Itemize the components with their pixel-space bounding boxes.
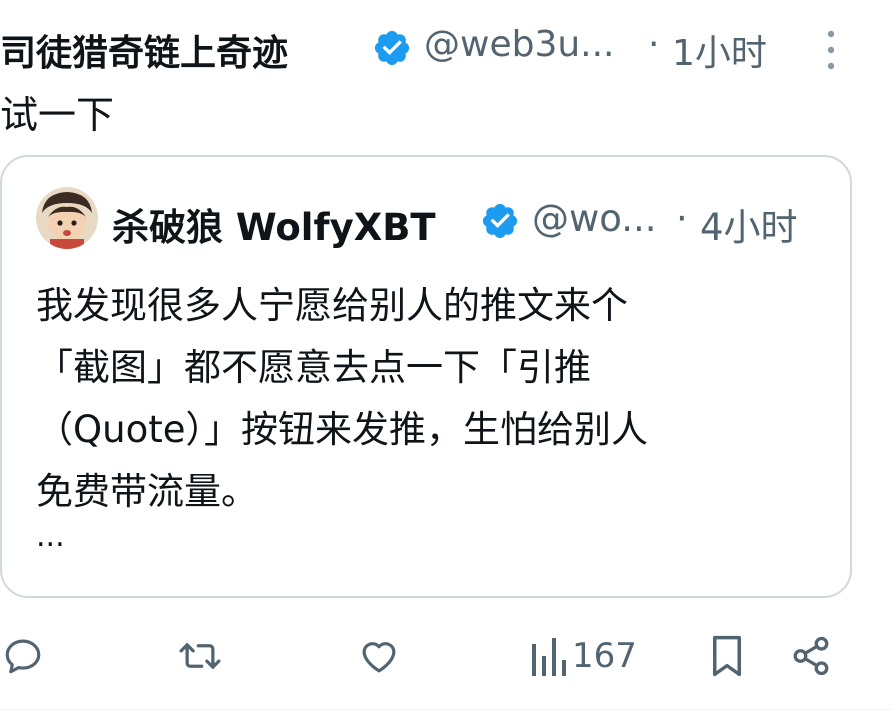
views-button[interactable]: 167 xyxy=(530,628,637,684)
heart-icon xyxy=(362,642,396,673)
repost-icon xyxy=(179,643,221,669)
repost-button[interactable] xyxy=(176,628,224,684)
reply-icon xyxy=(5,639,41,674)
action-bar: 167 xyxy=(0,628,891,684)
separator-dot: · xyxy=(648,24,660,65)
quoted-tweet-card[interactable]: 杀破狼 WolfyXBT @wo... · 4小时 我发现很多人宁愿给别人的推文… xyxy=(0,155,852,598)
quoted-author-avatar[interactable] xyxy=(36,187,98,249)
verified-badge-icon xyxy=(482,203,518,239)
quoted-author-handle[interactable]: @wo... xyxy=(532,197,657,240)
author-name[interactable]: 司徒猎奇链上奇迹 xyxy=(0,24,288,76)
bookmark-icon xyxy=(713,635,741,677)
quoted-author-name[interactable]: 杀破狼 WolfyXBT xyxy=(112,197,436,251)
quoted-text-line: 免费带流量。 xyxy=(36,470,258,513)
divider xyxy=(0,709,891,710)
reply-button[interactable] xyxy=(2,628,44,684)
quoted-text-line: 我发现很多人宁愿给别人的推文来个 xyxy=(36,284,628,327)
like-button[interactable] xyxy=(358,628,400,684)
quoted-time[interactable]: 4小时 xyxy=(700,197,798,251)
bookmark-button[interactable] xyxy=(706,628,748,684)
post-text: 试一下 xyxy=(0,93,115,137)
separator-dot: · xyxy=(676,197,688,240)
views-icon xyxy=(532,638,566,676)
quoted-text-line: 「截图」都不愿意去点一下「引推 xyxy=(36,346,591,389)
quoted-text-line: （Quote）」按钮来发推，生怕给别人 xyxy=(36,408,648,451)
truncation-ellipsis: ... xyxy=(36,519,65,554)
avatar-image xyxy=(36,187,98,249)
author-handle[interactable]: @web3u... xyxy=(424,24,615,65)
post-header: 司徒猎奇链上奇迹 @web3u... · 1小时 xyxy=(0,20,891,76)
views-count: 167 xyxy=(572,636,637,676)
more-vertical-icon[interactable] xyxy=(820,28,842,72)
share-icon xyxy=(793,636,829,676)
verified-badge-icon xyxy=(374,30,410,66)
post-time[interactable]: 1小时 xyxy=(672,24,767,76)
share-button[interactable] xyxy=(790,628,832,684)
quoted-text: 我发现很多人宁愿给别人的推文来个 「截图」都不愿意去点一下「引推 （Quote）… xyxy=(36,275,648,523)
